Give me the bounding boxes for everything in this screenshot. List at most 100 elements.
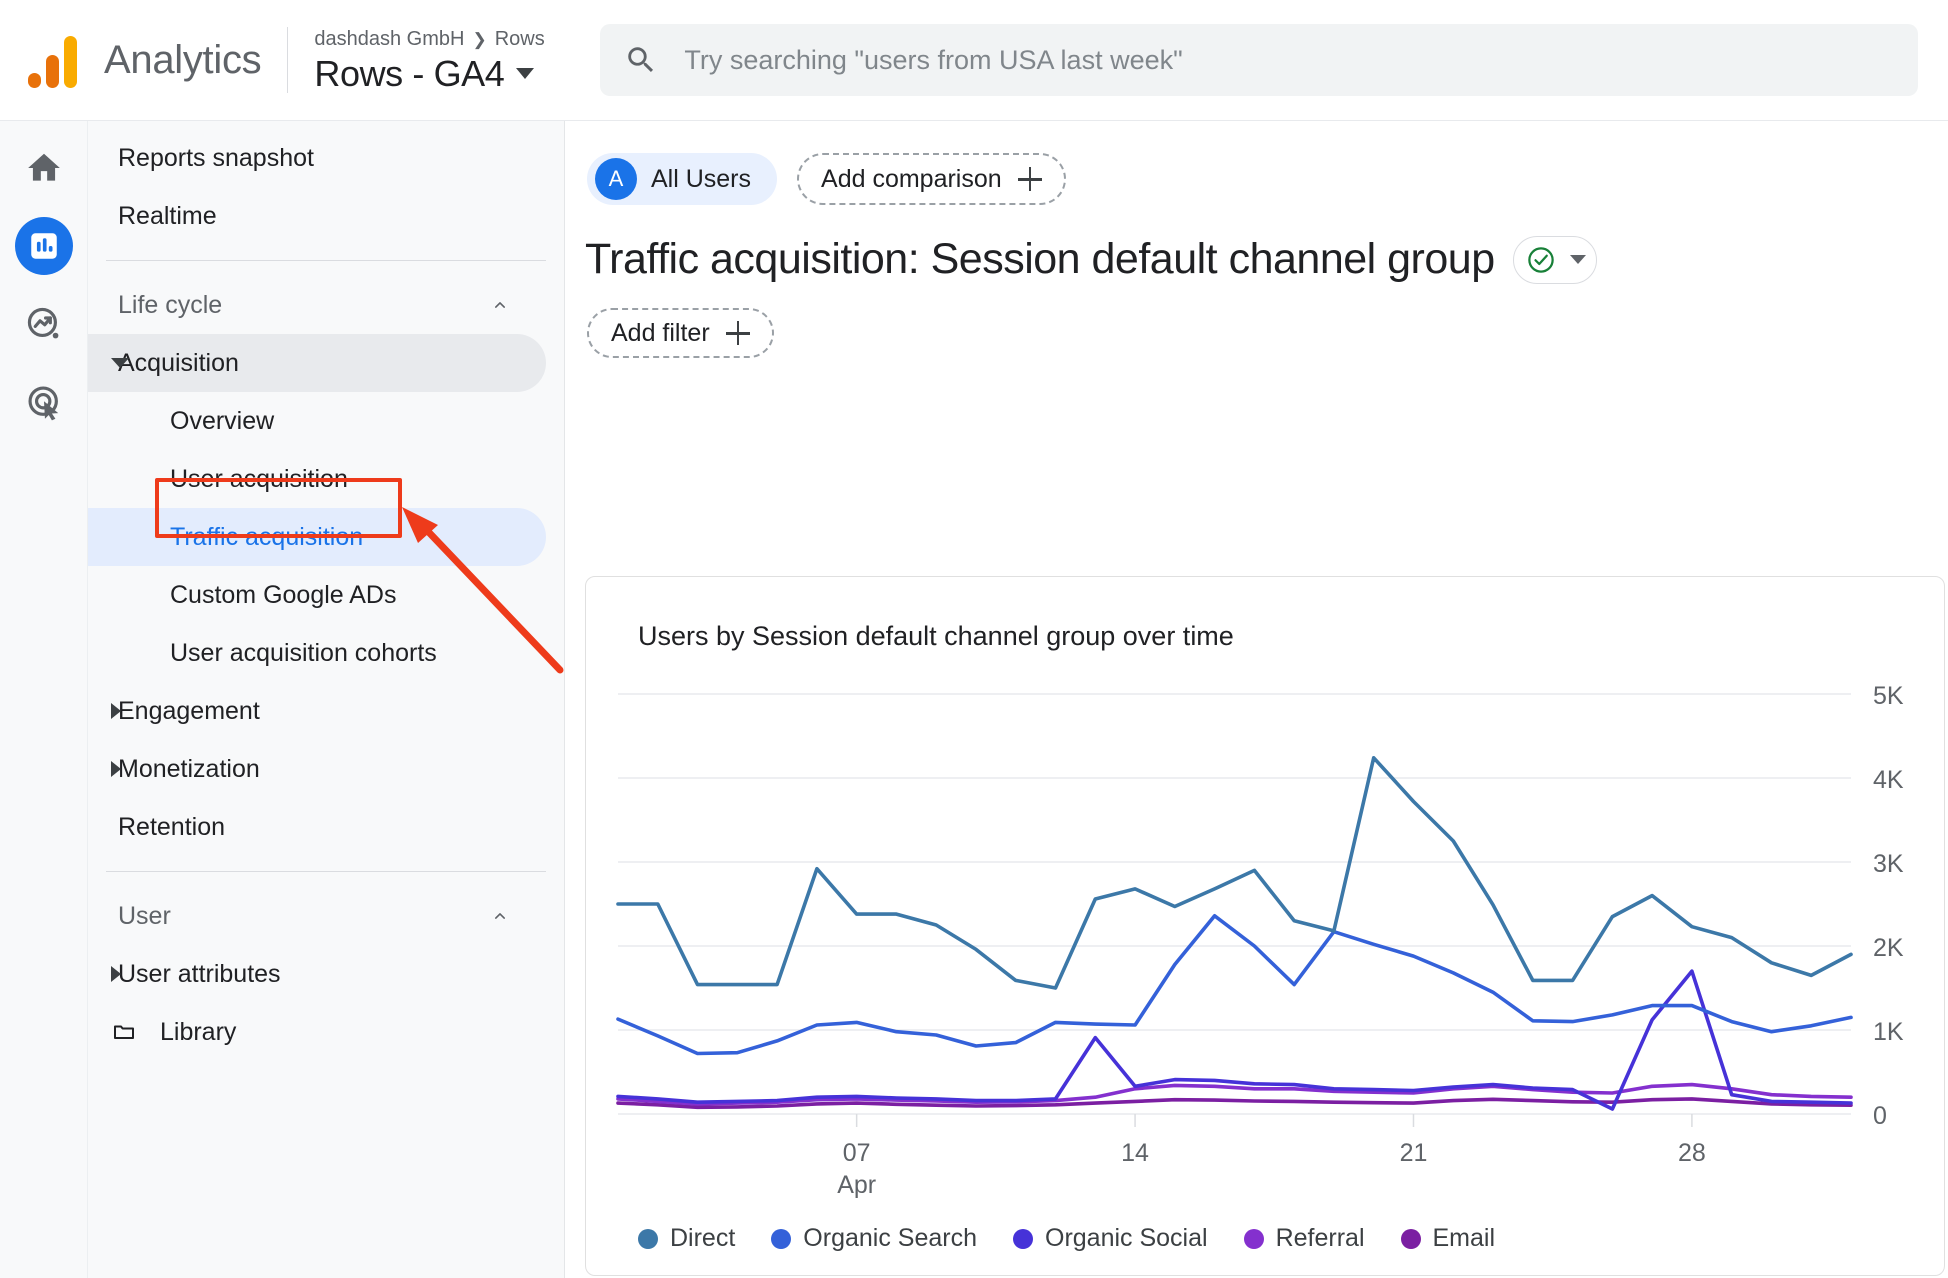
- chart-legend: Direct Organic Search Organic Social Ref…: [638, 1224, 1495, 1253]
- legend-label: Email: [1432, 1224, 1496, 1252]
- legend-item-email[interactable]: Email: [1400, 1224, 1496, 1253]
- sidebar-divider-1: [106, 260, 546, 261]
- rail-item-reports[interactable]: [14, 217, 73, 275]
- legend-color-swatch: [771, 1228, 792, 1249]
- main-content: A All Users Add comparison Traffic acqui…: [565, 121, 1948, 1278]
- bar-chart-icon: [30, 233, 57, 259]
- folder-icon: [114, 1025, 134, 1039]
- sidebar-item-acquisition[interactable]: Acquisition: [88, 334, 546, 392]
- page-title: Traffic acquisition: Session default cha…: [585, 235, 1495, 283]
- audience-chip-label: All Users: [651, 164, 752, 193]
- sidebar-group-label: User: [118, 901, 171, 930]
- sidebar-item-label: Acquisition: [118, 348, 239, 377]
- add-comparison-label: Add comparison: [821, 164, 1002, 193]
- legend-label: Referral: [1275, 1224, 1365, 1252]
- sidebar-item-traffic-acquisition[interactable]: Traffic acquisition: [88, 508, 546, 566]
- sidebar-item-user-attributes[interactable]: User attributes: [88, 945, 546, 1003]
- svg-text:Apr: Apr: [837, 1171, 876, 1199]
- comparison-chip-row: A All Users Add comparison: [587, 153, 1948, 205]
- sidebar-item-engagement[interactable]: Engagement: [88, 682, 546, 740]
- sidebar-item-label: Overview: [170, 406, 275, 435]
- sidebar-group-life-cycle[interactable]: Life cycle: [88, 276, 546, 334]
- svg-text:0: 0: [1873, 1102, 1887, 1130]
- svg-text:14: 14: [1121, 1139, 1149, 1167]
- legend-color-swatch: [1013, 1228, 1033, 1249]
- sidebar-item-retention[interactable]: Retention: [88, 798, 546, 856]
- caret-down-icon[interactable]: [516, 68, 535, 79]
- svg-text:4K: 4K: [1873, 766, 1904, 794]
- legend-color-swatch: [1243, 1228, 1264, 1249]
- search-input[interactable]: Try searching "users from USA last week": [684, 45, 1182, 76]
- sidebar-item-label: Retention: [118, 812, 226, 841]
- svg-text:21: 21: [1400, 1139, 1428, 1167]
- avatar: A: [595, 158, 637, 200]
- ga-logo-icon[interactable]: [26, 32, 82, 88]
- legend-item-organic-social[interactable]: Organic Social: [1013, 1224, 1208, 1253]
- search-icon: [628, 47, 654, 73]
- property-name: Rows - GA4: [314, 52, 505, 94]
- sidebar-item-label: Monetization: [118, 754, 260, 783]
- audience-chip-all-users[interactable]: A All Users: [587, 153, 778, 205]
- rail-item-advertising[interactable]: [15, 373, 73, 431]
- sidebar-group-user[interactable]: User: [88, 887, 546, 945]
- triangle-right-icon[interactable]: [111, 703, 121, 719]
- sidebar-item-label: Engagement: [118, 696, 260, 725]
- triangle-down-icon[interactable]: [111, 358, 129, 368]
- add-comparison-button[interactable]: Add comparison: [797, 153, 1066, 205]
- rail-item-home[interactable]: [15, 139, 73, 197]
- svg-text:1K: 1K: [1873, 1018, 1904, 1046]
- chart-card: Users by Session default channel group o…: [585, 576, 1945, 1276]
- triangle-right-icon[interactable]: [111, 966, 121, 982]
- sidebar-item-label: Reports snapshot: [118, 143, 314, 172]
- sidebar-group-label: Life cycle: [118, 290, 223, 319]
- svg-text:2K: 2K: [1873, 934, 1904, 962]
- sidebar-item-realtime[interactable]: Realtime: [88, 187, 546, 245]
- svg-text:07: 07: [843, 1139, 871, 1167]
- plus-icon: [725, 321, 750, 345]
- sidebar-item-reports-snapshot[interactable]: Reports snapshot: [88, 129, 546, 187]
- top-bar: Analytics dashdash GmbH ❯ Rows Rows - GA4 …: [0, 0, 1948, 121]
- svg-text:28: 28: [1678, 1139, 1706, 1167]
- add-filter-button[interactable]: Add filter: [587, 308, 774, 358]
- sidebar-item-label: Realtime: [118, 201, 217, 230]
- line-chart[interactable]: 0 1K 2K 3K 4K 5K 07 Apr 14 21 28: [586, 676, 1945, 1206]
- sidebar-item-library[interactable]: Library: [88, 1003, 546, 1061]
- svg-text:5K: 5K: [1873, 682, 1904, 710]
- sidebar-item-user-acquisition-cohorts[interactable]: User acquisition cohorts: [88, 624, 546, 682]
- sidebar-item-custom-google-ads[interactable]: Custom Google ADs: [88, 566, 546, 624]
- chevron-up-icon: [495, 302, 505, 308]
- sidebar-item-overview[interactable]: Overview: [88, 392, 546, 450]
- legend-item-referral[interactable]: Referral: [1243, 1224, 1365, 1253]
- legend-label: Organic Social: [1045, 1224, 1208, 1252]
- sidebar-item-label: User acquisition cohorts: [170, 638, 437, 667]
- chevron-up-icon: [495, 913, 505, 919]
- rail-item-explore[interactable]: [15, 295, 73, 353]
- sidebar-item-monetization[interactable]: Monetization: [88, 740, 546, 798]
- check-circle-icon: [1527, 246, 1554, 273]
- breadcrumb-account: dashdash GmbH: [314, 27, 465, 50]
- legend-label: Direct: [670, 1224, 736, 1252]
- sidebar-item-user-acquisition[interactable]: User acquisition: [88, 450, 546, 508]
- sidebar-item-label: Traffic acquisition: [170, 522, 364, 551]
- legend-item-direct[interactable]: Direct: [638, 1224, 735, 1253]
- caret-down-icon[interactable]: [1569, 255, 1586, 264]
- explore-trend-icon: [27, 307, 58, 339]
- advertising-target-icon: [27, 386, 58, 421]
- triangle-right-icon[interactable]: [111, 761, 121, 777]
- header-divider: [287, 27, 289, 93]
- page-title-row: Traffic acquisition: Session default cha…: [585, 235, 1948, 284]
- chart-area[interactable]: 0 1K 2K 3K 4K 5K 07 Apr 14 21 28: [586, 676, 1944, 1211]
- legend-color-swatch: [638, 1228, 658, 1249]
- sidebar-item-label: Library: [160, 1017, 237, 1046]
- legend-color-swatch: [1400, 1228, 1421, 1249]
- search-bar[interactable]: Try searching "users from USA last week": [600, 24, 1918, 96]
- sidebar-item-label: Custom Google ADs: [170, 580, 397, 609]
- sidebar-nav: Reports snapshot Realtime Life cycle Acq…: [88, 121, 565, 1278]
- account-selector[interactable]: dashdash GmbH ❯ Rows Rows - GA4: [314, 26, 564, 95]
- breadcrumb-property: Rows: [494, 27, 545, 50]
- report-status-badge[interactable]: [1512, 235, 1597, 284]
- home-icon: [27, 153, 60, 181]
- brand-name: Analytics: [104, 37, 262, 82]
- legend-item-organic-search[interactable]: Organic Search: [771, 1224, 977, 1253]
- breadcrumb: dashdash GmbH ❯ Rows: [314, 26, 564, 53]
